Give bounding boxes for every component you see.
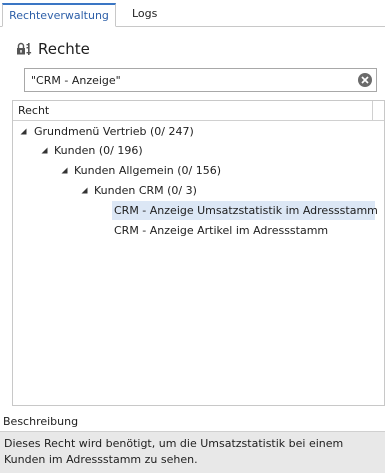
expanded-arrow-icon[interactable] [81, 187, 88, 194]
expanded-arrow-icon[interactable] [41, 147, 48, 154]
tree-leaf[interactable]: CRM - Anzeige Artikel im Adressstamm [112, 221, 375, 240]
column-header-recht[interactable]: Recht [13, 101, 384, 121]
column-separator[interactable] [372, 101, 373, 120]
tree-node[interactable]: Grundmenü Vertrieb (0/ 247) [13, 122, 384, 141]
column-header-label: Recht [18, 104, 50, 117]
description-text: Dieses Recht wird benötigt, um die Umsat… [0, 431, 385, 473]
tree-node[interactable]: Kunden Allgemein (0/ 156) [13, 161, 384, 180]
tree-node[interactable]: Kunden (0/ 196) [13, 141, 384, 160]
lock-key-icon [17, 42, 32, 55]
clear-icon[interactable] [357, 72, 373, 88]
tab-logs[interactable]: Logs [130, 3, 159, 27]
tab-bar: Rechteverwaltung Logs [0, 0, 385, 27]
tree-node-label: Grundmenü Vertrieb (0/ 247) [34, 125, 194, 138]
search-box [24, 68, 377, 92]
description-label: Beschreibung [3, 415, 79, 428]
search-input[interactable] [31, 71, 351, 89]
tree-node[interactable]: Kunden CRM (0/ 3) [13, 181, 384, 200]
tree-leaf-selected[interactable]: CRM - Anzeige Umsatzstatistik im Adresss… [112, 201, 378, 220]
tree-node-label: Kunden Allgemein (0/ 156) [74, 164, 222, 177]
page-title: Rechte [38, 40, 90, 58]
section-header: Rechte [16, 38, 90, 60]
tree-node-label: Kunden (0/ 196) [54, 144, 143, 157]
tab-rechteverwaltung[interactable]: Rechteverwaltung [2, 3, 116, 27]
expanded-arrow-icon[interactable] [61, 167, 68, 174]
tree-node-label: Kunden CRM (0/ 3) [94, 184, 197, 197]
tree-node-label: CRM - Anzeige Artikel im Adressstamm [114, 224, 329, 237]
expanded-arrow-icon[interactable] [20, 128, 27, 135]
tree-node-label: CRM - Anzeige Umsatzstatistik im Adresss… [114, 204, 378, 217]
rights-tree: Recht Grundmenü Vertrieb (0/ 247) Kunden… [12, 100, 385, 406]
